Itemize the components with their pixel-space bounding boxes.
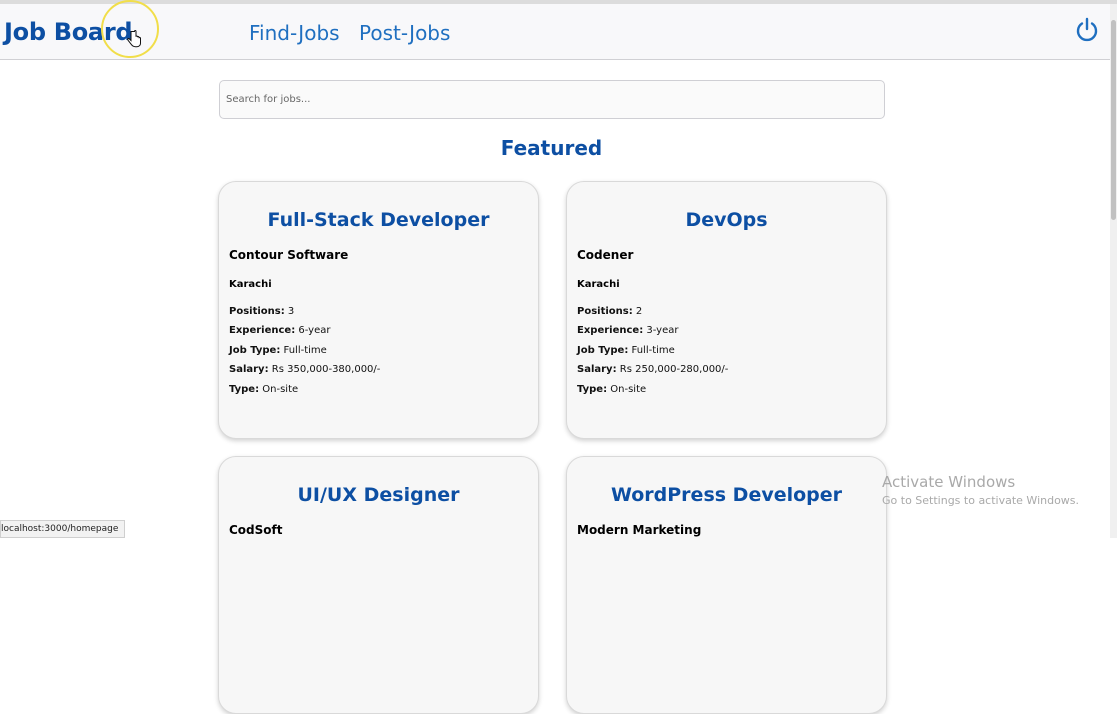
job-type: Job Type: Full-time (229, 345, 327, 356)
windows-activation-watermark-subtitle: Go to Settings to activate Windows. (882, 494, 1080, 507)
nav-post-jobs[interactable]: Post-Jobs (359, 21, 450, 45)
job-card[interactable]: WordPress Developer Modern Marketing (566, 456, 887, 714)
job-city: Karachi (229, 279, 272, 290)
job-title[interactable]: UI/UX Designer (219, 484, 538, 506)
job-positions: Positions: 3 (229, 306, 295, 317)
cursor-highlight-ring (101, 0, 159, 58)
windows-activation-watermark-title: Activate Windows (882, 473, 1016, 491)
section-title-featured: Featured (500, 136, 603, 160)
job-positions: Positions: 2 (577, 306, 643, 317)
search-input[interactable] (219, 80, 885, 119)
job-card[interactable]: Full-Stack Developer Contour Software Ka… (218, 181, 539, 439)
job-work-type: Type: On-site (577, 384, 647, 395)
job-city: Karachi (577, 279, 620, 290)
job-title[interactable]: DevOps (567, 209, 886, 231)
hand-cursor-icon (127, 30, 141, 48)
job-salary: Salary: Rs 350,000-380,000/- (229, 364, 381, 375)
company-name: CodSoft (229, 523, 283, 537)
job-title[interactable]: Full-Stack Developer (219, 209, 538, 231)
nav-find-jobs[interactable]: Find-Jobs (249, 21, 340, 45)
navbar: Job Board Find-Jobs Post-Jobs (0, 4, 1110, 60)
status-bar-url: localhost:3000/homepage (0, 520, 126, 538)
job-title[interactable]: WordPress Developer (567, 484, 886, 506)
job-type: Job Type: Full-time (577, 345, 675, 356)
job-work-type: Type: On-site (229, 384, 299, 395)
job-card[interactable]: DevOps Codener Karachi Positions: 2 Expe… (566, 181, 887, 439)
company-name: Contour Software (229, 248, 349, 262)
job-salary: Salary: Rs 250,000-280,000/- (577, 364, 729, 375)
job-card[interactable]: UI/UX Designer CodSoft (218, 456, 539, 714)
company-name: Codener (577, 248, 634, 262)
job-experience: Experience: 3-year (577, 325, 679, 336)
power-icon[interactable] (1074, 17, 1100, 43)
job-experience: Experience: 6-year (229, 325, 331, 336)
page-scrollbar-thumb[interactable] (1111, 20, 1116, 220)
company-name: Modern Marketing (577, 523, 702, 537)
